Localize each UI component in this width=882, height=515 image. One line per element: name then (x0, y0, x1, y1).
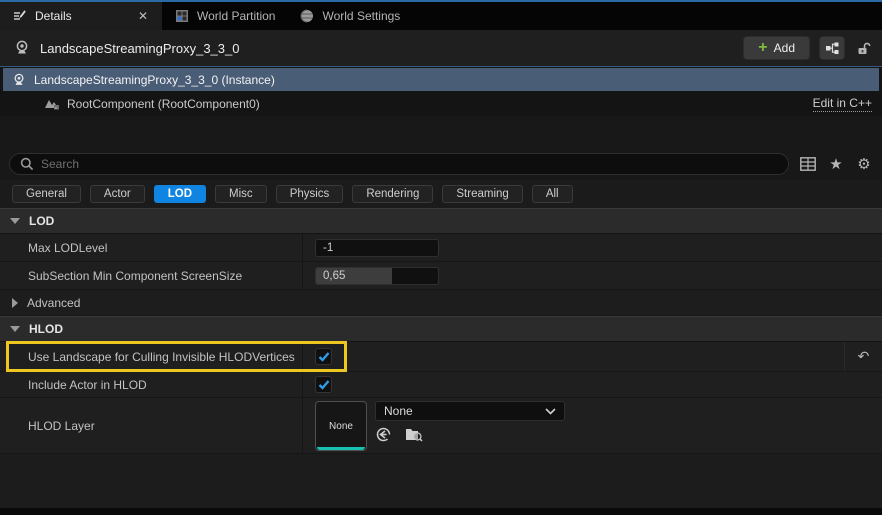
property-row-max-lod-level: Max LODLevel -1 (0, 234, 882, 262)
filter-streaming[interactable]: Streaming (442, 185, 523, 203)
add-button[interactable]: + Add (743, 36, 810, 60)
max-lod-level-input[interactable]: -1 (315, 238, 439, 257)
section-header-hlod[interactable]: HLOD (0, 316, 882, 342)
details-header: LandscapeStreamingProxy_3_3_0 + Add (0, 30, 882, 66)
spacer (0, 116, 882, 148)
component-tree: LandscapeStreamingProxy_3_3_0 (Instance)… (0, 66, 882, 116)
tree-row-instance[interactable]: LandscapeStreamingProxy_3_3_0 (Instance) (3, 68, 879, 91)
include-actor-checkbox[interactable] (315, 376, 332, 393)
property-label: Include Actor in HLOD (0, 372, 303, 397)
search-box[interactable] (9, 153, 789, 175)
chevron-down-icon (10, 218, 20, 224)
landscape-component-icon: c (44, 96, 60, 112)
empty-panel-area (0, 454, 882, 508)
tab-bar: Details ✕ World Partition World Settings (0, 2, 882, 30)
display-filter-icon[interactable] (799, 155, 817, 173)
tab-label: Details (35, 9, 72, 23)
property-row-include-actor-hlod: Include Actor in HLOD (0, 372, 882, 398)
property-label: SubSection Min Component ScreenSize (0, 262, 303, 289)
chevron-down-icon (10, 326, 20, 332)
use-landscape-checkbox[interactable] (315, 348, 332, 365)
world-settings-icon (299, 8, 315, 24)
filter-general[interactable]: General (12, 185, 81, 203)
chevron-down-icon (545, 407, 556, 415)
chevron-right-icon (12, 297, 18, 308)
panel-bottom-edge (0, 508, 882, 515)
world-partition-icon (174, 8, 190, 24)
use-selected-asset-icon[interactable] (375, 426, 392, 443)
section-header-lod[interactable]: LOD (0, 208, 882, 234)
property-label: Use Landscape for Culling Invisible HLOD… (0, 342, 303, 371)
tab-details[interactable]: Details ✕ (0, 2, 162, 30)
tree-row-root-component[interactable]: c RootComponent (RootComponent0) Edit in… (0, 91, 882, 116)
close-icon[interactable]: ✕ (136, 9, 150, 23)
check-icon (318, 379, 329, 390)
property-row-use-landscape-culling: Use Landscape for Culling Invisible HLOD… (0, 341, 882, 372)
dropdown-value: None (384, 404, 413, 418)
filter-lod[interactable]: LOD (153, 185, 207, 203)
settings-gear-icon[interactable]: ⚙ (855, 155, 873, 173)
check-icon (318, 351, 329, 362)
tab-label: World Partition (197, 9, 276, 23)
instance-label: LandscapeStreamingProxy_3_3_0 (Instance) (34, 72, 275, 87)
actor-icon (14, 40, 30, 56)
category-filter-bar: General Actor LOD Misc Physics Rendering… (0, 180, 882, 208)
asset-type-color-bar (317, 447, 365, 450)
filter-rendering[interactable]: Rendering (352, 185, 434, 203)
add-button-label: Add (773, 41, 795, 55)
filter-all[interactable]: All (531, 185, 573, 203)
hlod-layer-dropdown[interactable]: None (375, 401, 565, 421)
subsection-min-screensize-slider[interactable]: 0,65 (315, 266, 439, 285)
details-icon (12, 8, 28, 24)
edit-in-cpp-link[interactable]: Edit in C++ (812, 96, 872, 112)
advanced-expander[interactable]: Advanced (0, 290, 882, 316)
advanced-label: Advanced (27, 295, 81, 310)
section-title: HLOD (29, 322, 63, 336)
search-row: ★ ⚙ (0, 148, 882, 180)
tab-world-partition[interactable]: World Partition (162, 2, 287, 30)
plus-icon: + (758, 39, 768, 56)
search-input[interactable] (41, 157, 778, 171)
actor-icon (11, 72, 27, 88)
svg-text:c: c (55, 105, 57, 110)
browse-to-asset-icon[interactable] (405, 427, 423, 442)
blueprint-hierarchy-button[interactable] (819, 36, 845, 60)
node-graph-icon (825, 42, 838, 54)
thumbnail-label: None (329, 420, 353, 432)
filter-physics[interactable]: Physics (275, 185, 344, 203)
page-title: LandscapeStreamingProxy_3_3_0 (40, 40, 240, 56)
unlock-icon[interactable] (854, 39, 872, 57)
property-label: Max LODLevel (0, 234, 303, 261)
section-title: LOD (29, 214, 55, 228)
reset-to-default-button[interactable]: ↶ (844, 342, 882, 371)
root-component-label: RootComponent (RootComponent0) (67, 96, 260, 111)
filter-actor[interactable]: Actor (89, 185, 145, 203)
property-row-subsection-min-screensize: SubSection Min Component ScreenSize 0,65 (0, 262, 882, 290)
tab-world-settings[interactable]: World Settings (287, 2, 412, 30)
asset-thumbnail[interactable]: None (315, 401, 367, 451)
tab-label: World Settings (322, 9, 401, 23)
favorites-star-icon[interactable]: ★ (827, 155, 845, 173)
property-label: HLOD Layer (0, 398, 303, 453)
property-row-hlod-layer: HLOD Layer None None (0, 398, 882, 454)
search-icon (20, 157, 34, 171)
filter-misc[interactable]: Misc (215, 185, 267, 203)
